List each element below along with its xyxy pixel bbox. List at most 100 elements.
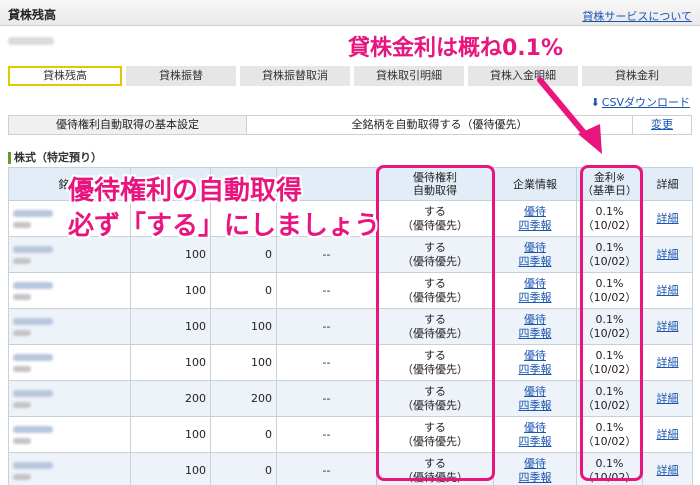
rate-date: （10/02） <box>582 326 637 340</box>
yutai-link[interactable]: 優待 <box>524 385 546 398</box>
table-row: 100 100 -- する （優待優先） 優待 四季報 0.1% （10/02） 詳細 <box>8 344 693 381</box>
detail-cell: 詳細 <box>642 452 693 485</box>
tab-deposit-detail[interactable]: 貸株入金明細 <box>468 66 582 86</box>
detail-link[interactable]: 詳細 <box>657 356 679 369</box>
company-info-cell: 優待 四季報 <box>493 344 577 381</box>
rate-date: （10/02） <box>582 470 637 484</box>
stock-name-blurred[interactable] <box>13 389 53 397</box>
table-row: 100 0 -- する （優待優先） 優待 四季報 0.1% （10/02） 詳細 <box>8 416 693 453</box>
rate-annotation: 貸株金利は概ね0.1% <box>348 36 564 61</box>
rate-cell: 0.1% （10/02） <box>576 272 643 309</box>
csv-download-link[interactable]: ⬇ CSVダウンロード <box>591 94 690 110</box>
csv-download-label: CSVダウンロード <box>601 96 690 109</box>
service-info-link[interactable]: 貸株サービスについて <box>582 8 692 24</box>
yutai-link[interactable]: 優待 <box>524 457 546 470</box>
rate-date: （10/02） <box>582 290 637 304</box>
download-icon: ⬇ <box>590 96 600 109</box>
quantity-cell: 200 <box>130 380 211 417</box>
privilege-mode: （優待優先） <box>402 290 468 304</box>
detail-cell: 詳細 <box>642 380 693 417</box>
detail-cell: 詳細 <box>642 200 693 237</box>
stock-name-cell[interactable] <box>8 272 131 309</box>
table-row: 100 100 -- する （優待優先） 優待 四季報 0.1% （10/02） 詳細 <box>8 308 693 345</box>
yutai-link[interactable]: 優待 <box>524 349 546 362</box>
stock-code-blurred <box>13 293 31 300</box>
privilege-value: する <box>424 276 446 290</box>
shikiho-link[interactable]: 四季報 <box>519 399 552 412</box>
detail-link[interactable]: 詳細 <box>657 248 679 261</box>
title-bar: 貸株残高 貸株サービスについて <box>0 0 700 26</box>
stock-name-cell[interactable] <box>8 416 131 453</box>
privilege-mode: （優待優先） <box>402 398 468 412</box>
stock-code-blurred <box>13 473 31 480</box>
change-setting-link[interactable]: 変更 <box>633 116 691 134</box>
privilege-value: する <box>424 456 446 470</box>
yutai-link[interactable]: 優待 <box>524 421 546 434</box>
stock-name-blurred[interactable] <box>13 281 53 289</box>
tab-transfer[interactable]: 貸株振替 <box>126 66 240 86</box>
shikiho-link[interactable]: 四季報 <box>519 435 552 448</box>
detail-link[interactable]: 詳細 <box>657 212 679 225</box>
stock-code-blurred <box>13 365 31 372</box>
rate-cell: 0.1% （10/02） <box>576 344 643 381</box>
rate-date: （10/02） <box>582 254 637 268</box>
yutai-link[interactable]: 優待 <box>524 241 546 254</box>
shikiho-link[interactable]: 四季報 <box>519 255 552 268</box>
detail-link[interactable]: 詳細 <box>657 428 679 441</box>
privilege-cell: する （優待優先） <box>376 272 494 309</box>
quantity2-cell: 0 <box>210 272 277 309</box>
stock-name-blurred[interactable] <box>13 425 53 433</box>
tab-balance[interactable]: 貸株残高 <box>8 66 122 86</box>
stock-name-cell[interactable] <box>8 308 131 345</box>
rate-value: 0.1% <box>595 420 624 434</box>
detail-cell: 詳細 <box>642 416 693 453</box>
detail-link[interactable]: 詳細 <box>657 284 679 297</box>
tab-transfer-cancel[interactable]: 貸株振替取消 <box>240 66 354 86</box>
shikiho-link[interactable]: 四季報 <box>519 291 552 304</box>
stock-code-blurred <box>13 401 31 408</box>
stock-name-blurred[interactable] <box>13 245 53 253</box>
stock-name-cell[interactable] <box>8 344 131 381</box>
col-header-rate: 金利※ （基準日） <box>576 167 643 201</box>
privilege-mode: （優待優先） <box>402 434 468 448</box>
rate-cell: 0.1% （10/02） <box>576 416 643 453</box>
rate-cell: 0.1% （10/02） <box>576 308 643 345</box>
rate-value: 0.1% <box>595 384 624 398</box>
company-info-cell: 優待 四季報 <box>493 272 577 309</box>
stock-name-blurred[interactable] <box>13 209 53 217</box>
rate-date: （10/02） <box>582 218 637 232</box>
stock-name-cell[interactable] <box>8 452 131 485</box>
stock-name-blurred[interactable] <box>13 317 53 325</box>
quantity-cell: 100 <box>130 452 211 485</box>
misc-cell: -- <box>276 380 377 417</box>
yutai-link[interactable]: 優待 <box>524 277 546 290</box>
privilege-value: する <box>424 420 446 434</box>
stock-name-blurred[interactable] <box>13 461 53 469</box>
privilege-cell: する （優待優先） <box>376 236 494 273</box>
rate-value: 0.1% <box>595 312 624 326</box>
stock-name-cell[interactable] <box>8 380 131 417</box>
tab-transaction-detail[interactable]: 貸株取引明細 <box>354 66 468 86</box>
yutai-link[interactable]: 優待 <box>524 205 546 218</box>
shikiho-link[interactable]: 四季報 <box>519 327 552 340</box>
section-title: 株式（特定預り） <box>8 152 102 164</box>
misc-cell: -- <box>276 416 377 453</box>
misc-cell: -- <box>276 272 377 309</box>
rate-cell: 0.1% （10/02） <box>576 452 643 485</box>
misc-cell: -- <box>276 308 377 345</box>
stock-name-blurred[interactable] <box>13 353 53 361</box>
detail-link[interactable]: 詳細 <box>657 464 679 477</box>
shikiho-link[interactable]: 四季報 <box>519 363 552 376</box>
yutai-link[interactable]: 優待 <box>524 313 546 326</box>
privilege-value: する <box>424 348 446 362</box>
quantity-cell: 100 <box>130 416 211 453</box>
stock-code-blurred <box>13 221 31 228</box>
detail-link[interactable]: 詳細 <box>657 320 679 333</box>
tab-interest-rate[interactable]: 貸株金利 <box>582 66 692 86</box>
col-header-privilege: 優待権利 自動取得 <box>376 167 494 201</box>
rate-value: 0.1% <box>595 456 624 470</box>
shikiho-link[interactable]: 四季報 <box>519 219 552 232</box>
privilege-annotation-line1: 優待権利の自動取得 <box>68 176 303 206</box>
shikiho-link[interactable]: 四季報 <box>519 471 552 484</box>
detail-link[interactable]: 詳細 <box>657 392 679 405</box>
